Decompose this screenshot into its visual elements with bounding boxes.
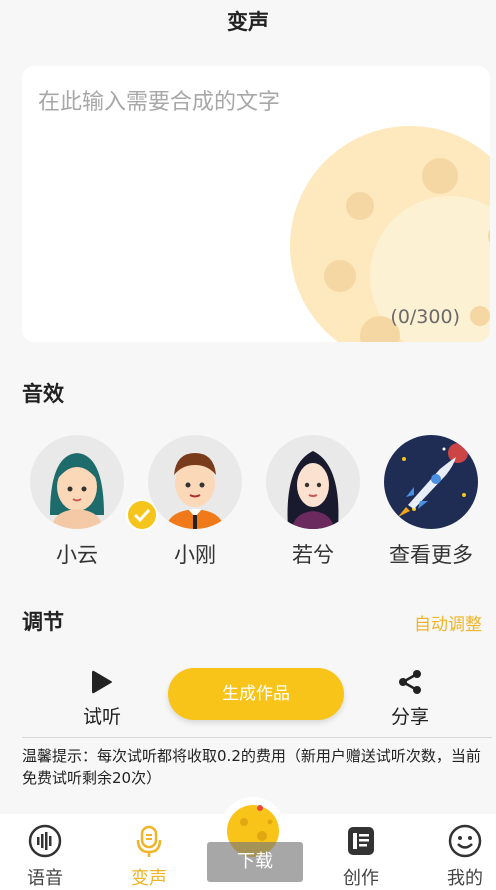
share-icon: [399, 670, 421, 694]
tab-label: 语音: [27, 868, 63, 889]
download-button[interactable]: 下载: [207, 842, 303, 882]
tab-label: 创作: [343, 868, 379, 889]
girl-avatar-icon: [30, 435, 124, 529]
microphone-icon: [136, 825, 162, 857]
char-counter: (0/300): [390, 306, 460, 328]
document-icon: [348, 827, 374, 855]
divider: [22, 737, 492, 738]
voice-label: 查看更多: [389, 543, 473, 567]
share-button[interactable]: 分享: [370, 668, 450, 729]
voice-list: 小云 小刚 若兮 查看更多: [0, 435, 496, 585]
header: 变声: [0, 0, 496, 42]
rocket-icon: [384, 435, 478, 529]
voice-wave-icon: [28, 824, 62, 858]
voice-label: 若兮: [292, 543, 334, 567]
generate-button[interactable]: 生成作品: [168, 668, 344, 720]
action-bar: 试听 生成作品 分享: [0, 660, 496, 740]
voice-label: 小云: [56, 543, 98, 567]
adjust-title: 调节: [22, 610, 64, 634]
share-label: 分享: [390, 706, 429, 728]
voice-item-xiaoyun[interactable]: 小云: [22, 435, 158, 569]
text-input-area[interactable]: 在此输入需要合成的文字 (0/300): [22, 66, 490, 342]
preview-label: 试听: [82, 706, 121, 728]
tab-voice-change[interactable]: 变声: [114, 824, 184, 890]
preview-button[interactable]: 试听: [62, 668, 142, 729]
play-icon: [92, 670, 112, 694]
input-placeholder: 在此输入需要合成的文字: [38, 90, 281, 115]
tip-text: 温馨提示：每次试听都将收取0.2的费用（新用户赠送试听次数，当前免费试听剩余20…: [22, 747, 481, 787]
voice-label: 小刚: [174, 543, 216, 567]
page-title: 变声: [227, 10, 269, 34]
tab-create[interactable]: 创作: [326, 824, 396, 890]
effects-title: 音效: [22, 382, 64, 406]
tab-label: 我的: [447, 868, 483, 889]
tab-label: 变声: [131, 868, 167, 889]
tab-voice[interactable]: 语音: [10, 824, 80, 890]
smiley-icon: [448, 824, 482, 858]
woman-avatar-icon: [266, 435, 360, 529]
auto-adjust-link[interactable]: 自动调整: [414, 610, 482, 635]
tab-mine[interactable]: 我的: [430, 824, 496, 890]
voice-item-xiaogang[interactable]: 小刚: [140, 435, 250, 569]
voice-item-more[interactable]: 查看更多: [376, 435, 486, 569]
voice-item-ruoxi[interactable]: 若兮: [258, 435, 368, 569]
boy-avatar-icon: [148, 435, 242, 529]
